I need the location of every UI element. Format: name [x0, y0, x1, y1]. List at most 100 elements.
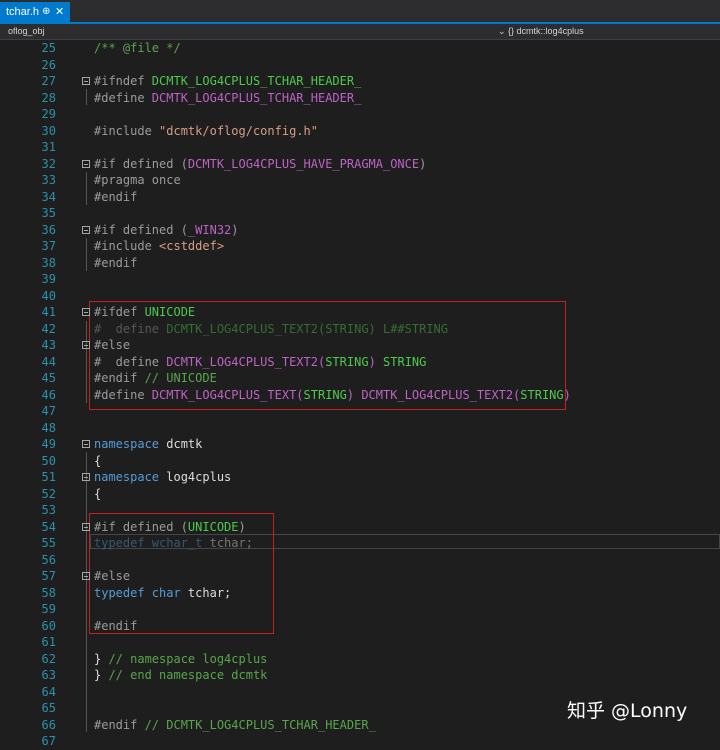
code-text: #else — [94, 568, 130, 585]
code-line[interactable]: 42 # define DCMTK_LOG4CPLUS_TEXT2(STRING)… — [0, 321, 720, 338]
code-line[interactable]: 45 #endif // UNICODE — [0, 370, 720, 387]
code-text: #include <cstddef> — [94, 238, 224, 255]
code-line[interactable]: 55 typedef wchar_t tchar; — [0, 535, 720, 552]
collapse-icon[interactable] — [82, 308, 90, 316]
code-text: typedef char tchar; — [94, 585, 231, 602]
code-token: #define — [94, 90, 152, 105]
code-line[interactable]: 57 #else — [0, 568, 720, 585]
project-dropdown[interactable]: oflog_obj — [8, 24, 45, 39]
collapse-icon[interactable] — [82, 522, 90, 531]
code-token: ) — [419, 156, 427, 171]
line-number: 46 — [41, 387, 56, 402]
line-number: 35 — [41, 206, 56, 220]
code-token: #else — [94, 569, 131, 583]
line-number: 29 — [41, 107, 56, 121]
code-line[interactable]: 62 } // namespace log4cplus — [0, 651, 720, 668]
code-text: #if defined (_WIN32) — [94, 222, 239, 239]
line-number: 57 — [41, 569, 56, 583]
code-line[interactable]: 33 #pragma once — [0, 172, 720, 189]
line-number: 53 — [41, 503, 56, 517]
code-line[interactable]: 54 #if defined (UNICODE) — [0, 519, 720, 536]
code-token: typedef wchar_t — [94, 536, 210, 550]
code-line[interactable]: 47 — [0, 403, 720, 420]
code-token: STRING — [520, 387, 564, 402]
code-line[interactable]: 63} // end namespace dcmtk — [0, 667, 720, 684]
code-line[interactable]: 29 — [0, 106, 720, 123]
code-line[interactable]: 53 — [0, 502, 720, 519]
code-line[interactable]: 44 # define DCMTK_LOG4CPLUS_TEXT2(STRING)… — [0, 354, 720, 371]
code-token: # define — [94, 321, 167, 336]
line-number: 50 — [41, 453, 56, 468]
code-line[interactable]: 60 #endif — [0, 618, 720, 635]
collapse-icon[interactable] — [82, 473, 90, 481]
code-line[interactable]: 39 — [0, 271, 720, 288]
code-token: STRING — [303, 387, 347, 402]
line-number: 36 — [41, 222, 56, 237]
collapse-icon[interactable] — [82, 572, 90, 580]
code-line[interactable]: 38 #endif — [0, 255, 720, 272]
code-line[interactable]: 52 { — [0, 486, 720, 503]
code-token: # define — [94, 354, 167, 369]
code-line[interactable]: 31 — [0, 139, 720, 156]
collapse-icon[interactable] — [82, 341, 90, 349]
code-line[interactable]: 67 — [0, 733, 720, 750]
line-number: 63 — [41, 668, 56, 682]
code-line[interactable]: 61 — [0, 634, 720, 651]
code-line[interactable]: 32 #if defined (DCMTK_LOG4CPLUS_HAVE_PRAG… — [0, 156, 720, 173]
line-number: 25 — [41, 41, 56, 55]
code-line[interactable]: 49 namespace dcmtk — [0, 436, 720, 453]
line-number: 51 — [41, 470, 56, 484]
code-line[interactable]: 37 #include <cstddef> — [0, 238, 720, 255]
code-token: DCMTK_LOG4CPLUS_TCHAR_HEADER_ — [151, 90, 362, 105]
code-line[interactable]: 59 — [0, 601, 720, 618]
close-icon[interactable]: ✕ — [55, 2, 64, 22]
code-line[interactable]: 30 #include "dcmtk/oflog/config.h" — [0, 123, 720, 140]
code-line[interactable]: 36 #if defined (_WIN32) — [0, 222, 720, 239]
collapse-icon[interactable] — [82, 159, 90, 168]
code-line[interactable]: 25 /** @file */ — [0, 40, 720, 57]
code-text: typedef wchar_t tchar; — [94, 535, 253, 552]
code-line[interactable]: 40 — [0, 288, 720, 305]
code-token: #if defined ( — [94, 222, 188, 237]
code-token: #endif — [94, 255, 138, 270]
code-token: // namespace log4cplus — [108, 651, 268, 666]
code-line[interactable]: 28 #define DCMTK_LOG4CPLUS_TCHAR_HEADER_ — [0, 90, 720, 107]
code-text: # define DCMTK_LOG4CPLUS_TEXT2(STRING) L… — [94, 321, 448, 338]
line-number: 31 — [41, 140, 56, 154]
code-editor[interactable]: 25 /** @file */ 26 27 #ifndef DCMTK_LOG4CPLU… — [0, 40, 720, 748]
collapse-icon[interactable] — [82, 440, 90, 448]
code-token: namespace — [94, 470, 167, 484]
code-line[interactable]: 58 typedef char tchar; — [0, 585, 720, 602]
code-line[interactable]: 46 #define DCMTK_LOG4CPLUS_TEXT(STRING) D… — [0, 387, 720, 404]
code-token: ) — [368, 354, 384, 369]
code-line[interactable]: 26 — [0, 57, 720, 74]
collapse-icon[interactable] — [82, 225, 90, 234]
code-text: } // namespace log4cplus — [94, 651, 267, 668]
code-line[interactable]: 35 — [0, 205, 720, 222]
tab-tchar-h[interactable]: tchar.h ⊕ ✕ — [0, 2, 70, 22]
code-line[interactable]: 48 — [0, 420, 720, 437]
code-token: /** @file */ — [94, 41, 181, 55]
line-number: 40 — [41, 288, 56, 303]
code-token: ) — [231, 222, 239, 237]
code-line[interactable]: 51 namespace log4cplus — [0, 469, 720, 486]
code-text: #else — [94, 337, 130, 354]
code-token: // UNICODE — [144, 371, 217, 385]
code-token: DCMTK_LOG4CPLUS_TEXT2(STRING) L##STRING — [166, 321, 449, 336]
code-token: STRING — [383, 354, 427, 369]
line-number: 54 — [41, 519, 56, 534]
code-line[interactable]: 43 #else — [0, 337, 720, 354]
line-number: 62 — [41, 651, 56, 666]
code-line[interactable]: 56 — [0, 552, 720, 569]
pin-icon[interactable]: ⊕ — [42, 2, 50, 22]
scope-dropdown[interactable]: ⌄ {} dcmtk::log4cplus — [498, 24, 584, 39]
line-number: 66 — [41, 717, 56, 732]
code-line[interactable]: 27 #ifndef DCMTK_LOG4CPLUS_TCHAR_HEADER_ — [0, 73, 720, 90]
line-number: 58 — [41, 585, 56, 600]
code-token: log4cplus — [166, 470, 232, 484]
code-line[interactable]: 50 { — [0, 453, 720, 470]
collapse-icon[interactable] — [82, 77, 90, 85]
code-line[interactable]: 34 #endif — [0, 189, 720, 206]
line-number: 45 — [41, 371, 56, 385]
code-line[interactable]: 41 #ifdef UNICODE — [0, 304, 720, 321]
